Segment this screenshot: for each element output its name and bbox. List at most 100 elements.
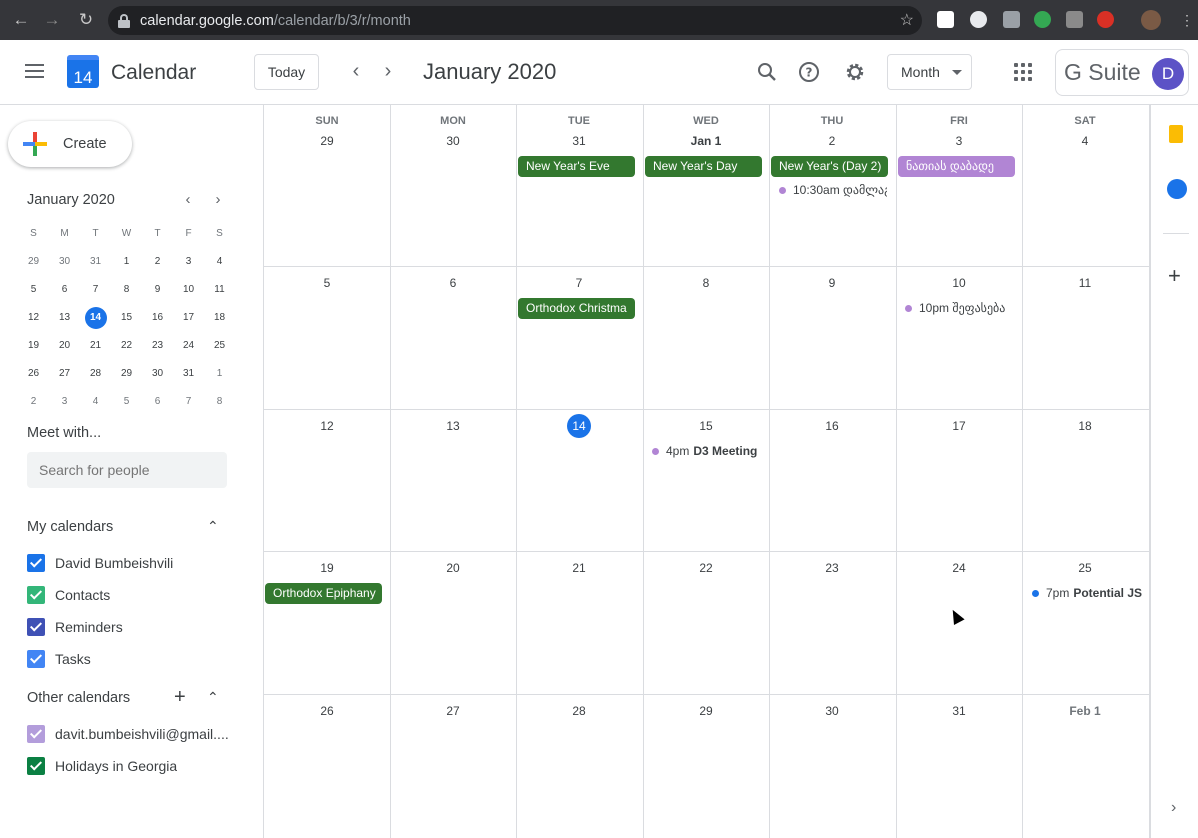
mini-day[interactable]: 6: [49, 279, 80, 301]
view-selector[interactable]: Month: [887, 54, 972, 90]
account-avatar[interactable]: D: [1152, 58, 1184, 90]
day-number[interactable]: 6: [390, 271, 516, 295]
mini-day[interactable]: 3: [49, 391, 80, 413]
browser-menu-icon[interactable]: ⋮: [1180, 12, 1194, 28]
day-number[interactable]: 16: [769, 414, 895, 438]
calendar-item[interactable]: Contacts: [27, 584, 110, 606]
mini-day[interactable]: 8: [204, 391, 235, 413]
allday-event[interactable]: New Year's Day: [645, 156, 762, 177]
extension-icon[interactable]: [1097, 11, 1114, 28]
timed-event[interactable]: 4pm D3 Meeting: [652, 441, 762, 461]
collapse-chevron-icon[interactable]: ⌃: [207, 518, 219, 535]
calendar-checkbox[interactable]: [27, 650, 45, 668]
mini-day[interactable]: 19: [18, 335, 49, 357]
other-calendars-title[interactable]: Other calendars: [27, 690, 130, 706]
day-number[interactable]: 22: [643, 556, 769, 580]
day-number[interactable]: 9: [769, 271, 895, 295]
day-number[interactable]: 15: [643, 414, 769, 438]
day-number[interactable]: 4: [1022, 129, 1148, 153]
mini-day[interactable]: 9: [142, 279, 173, 301]
mini-day[interactable]: 5: [111, 391, 142, 413]
mini-day[interactable]: 31: [173, 363, 204, 385]
day-number[interactable]: 29: [264, 129, 390, 153]
timed-event[interactable]: 10:30am დამლაგ: [779, 180, 887, 200]
extension-icon[interactable]: [1003, 11, 1020, 28]
extension-icon[interactable]: [1066, 11, 1083, 28]
create-button[interactable]: Create: [8, 121, 132, 167]
mini-day[interactable]: 7: [80, 279, 111, 301]
settings-gear-icon[interactable]: [843, 60, 867, 84]
calendar-item[interactable]: Reminders: [27, 616, 123, 638]
gsuite-account-box[interactable]: G Suite D: [1055, 49, 1189, 96]
tasks-icon[interactable]: [1167, 179, 1187, 199]
day-number[interactable]: 17: [896, 414, 1022, 438]
day-number[interactable]: 29: [643, 699, 769, 723]
extension-icon[interactable]: [1034, 11, 1051, 28]
day-number[interactable]: 13: [390, 414, 516, 438]
search-people-input[interactable]: [27, 452, 227, 488]
extension-icon[interactable]: [937, 11, 954, 28]
mini-day[interactable]: 5: [18, 279, 49, 301]
day-number[interactable]: 31: [896, 699, 1022, 723]
mini-day[interactable]: 1: [111, 251, 142, 273]
mini-day[interactable]: 31: [80, 251, 111, 273]
mini-day[interactable]: 27: [49, 363, 80, 385]
mini-day[interactable]: 20: [49, 335, 80, 357]
day-number[interactable]: 27: [390, 699, 516, 723]
day-number-today[interactable]: 14: [516, 414, 642, 438]
calendar-checkbox[interactable]: [27, 725, 45, 743]
mini-day[interactable]: 8: [111, 279, 142, 301]
bookmark-star-icon[interactable]: ☆: [900, 10, 914, 30]
mini-prev-icon[interactable]: ‹: [180, 191, 196, 209]
calendar-checkbox[interactable]: [27, 586, 45, 604]
mini-day[interactable]: 10: [173, 279, 204, 301]
day-number[interactable]: 30: [769, 699, 895, 723]
calendar-item[interactable]: David Bumbeishvili: [27, 552, 173, 574]
day-number[interactable]: 25: [1022, 556, 1148, 580]
next-period-icon[interactable]: ›: [377, 60, 399, 82]
forward-icon[interactable]: →: [42, 10, 62, 30]
mini-day[interactable]: 24: [173, 335, 204, 357]
day-number[interactable]: 11: [1022, 271, 1148, 295]
help-icon[interactable]: ?: [797, 60, 821, 84]
main-menu-icon[interactable]: [25, 64, 44, 78]
calendar-checkbox[interactable]: [27, 757, 45, 775]
mini-day[interactable]: 6: [142, 391, 173, 413]
search-icon[interactable]: [755, 60, 779, 84]
mini-day[interactable]: 2: [18, 391, 49, 413]
day-number[interactable]: 24: [896, 556, 1022, 580]
day-number[interactable]: 10: [896, 271, 1022, 295]
my-calendars-title[interactable]: My calendars: [27, 519, 113, 535]
mini-day[interactable]: 28: [80, 363, 111, 385]
day-number[interactable]: 8: [643, 271, 769, 295]
mini-day[interactable]: 25: [204, 335, 235, 357]
allday-event[interactable]: Orthodox Epiphany: [265, 583, 382, 604]
day-number[interactable]: 31: [516, 129, 642, 153]
mini-day[interactable]: 30: [49, 251, 80, 273]
calendar-checkbox[interactable]: [27, 618, 45, 636]
calendar-checkbox[interactable]: [27, 554, 45, 572]
day-number[interactable]: 28: [516, 699, 642, 723]
timed-event[interactable]: 7pm Potential JS: [1032, 583, 1144, 603]
mini-day[interactable]: 15: [111, 307, 142, 329]
day-number[interactable]: 5: [264, 271, 390, 295]
back-icon[interactable]: ←: [11, 10, 31, 30]
day-number[interactable]: 3: [896, 129, 1022, 153]
mini-day[interactable]: 18: [204, 307, 235, 329]
mini-day[interactable]: 12: [18, 307, 49, 329]
day-number[interactable]: 7: [516, 271, 642, 295]
day-number[interactable]: 23: [769, 556, 895, 580]
mini-day[interactable]: 30: [142, 363, 173, 385]
keep-icon[interactable]: [1169, 125, 1183, 143]
day-number[interactable]: 12: [264, 414, 390, 438]
timed-event[interactable]: 10pm შეფასება: [905, 298, 1015, 318]
mini-day[interactable]: 1: [204, 363, 235, 385]
day-number[interactable]: 19: [264, 556, 390, 580]
day-number[interactable]: 2: [769, 129, 895, 153]
mini-day[interactable]: 13: [49, 307, 80, 329]
day-number[interactable]: 26: [264, 699, 390, 723]
mini-day[interactable]: 23: [142, 335, 173, 357]
calendar-item[interactable]: Holidays in Georgia: [27, 755, 177, 777]
allday-event[interactable]: Orthodox Christma: [518, 298, 635, 319]
add-addon-plus-icon[interactable]: +: [1168, 265, 1181, 287]
